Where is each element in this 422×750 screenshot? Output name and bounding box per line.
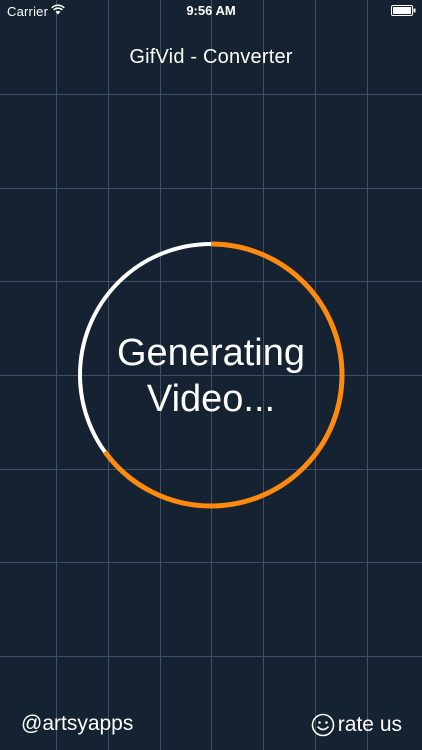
- app-title: GifVid - Converter: [129, 46, 293, 68]
- developer-link[interactable]: @artsyapps: [21, 712, 133, 736]
- status-line-1: Generating: [116, 332, 305, 374]
- rate-us-label: rate us: [337, 713, 402, 736]
- status-bar: Carrier 9:56 AM: [0, 0, 422, 22]
- status-time: 9:56 AM: [186, 3, 236, 18]
- app-screen: Carrier 9:56 AM GifVid - Converter Gener…: [0, 0, 422, 750]
- battery-icon: [391, 5, 416, 16]
- status-line-2: Video...: [146, 378, 276, 420]
- generating-status-text: Generating Video...: [86, 330, 336, 422]
- smiley-icon: [311, 713, 335, 737]
- rate-us-button[interactable]: rate us: [311, 710, 402, 740]
